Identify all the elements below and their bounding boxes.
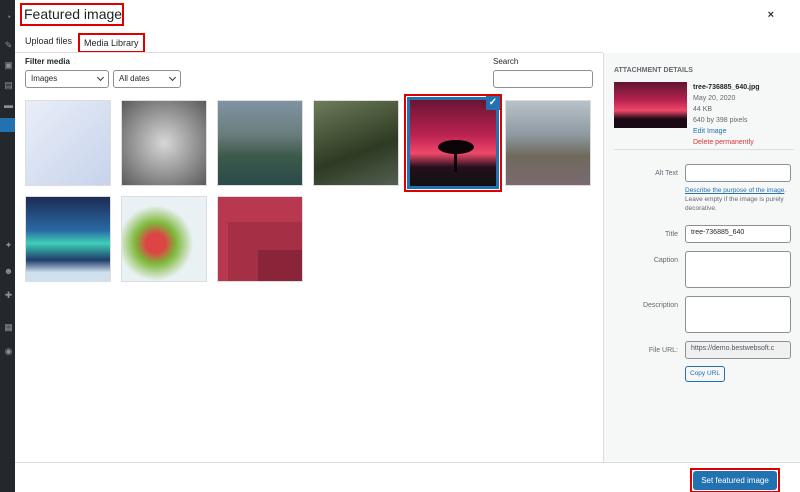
attachment-info: tree-736885_640.jpg May 20, 2020 44 KB 6… <box>693 82 760 148</box>
details-divider <box>614 149 794 150</box>
attachment-thumbnail[interactable] <box>217 196 303 282</box>
alt-text-label: Alt Text <box>655 170 678 177</box>
comments-icon[interactable]: ▬ <box>3 100 14 110</box>
close-icon[interactable]: × <box>768 9 774 21</box>
plugins-icon[interactable]: ✦ <box>3 240 14 250</box>
settings-icon[interactable]: ▦ <box>3 322 14 332</box>
description-field[interactable] <box>685 296 791 333</box>
featured-image-modal: Featured image × Upload files Media Libr… <box>15 0 800 492</box>
date-filter-value: All dates <box>119 74 150 83</box>
attachment-thumbnail[interactable] <box>217 100 303 186</box>
title-label: Title <box>665 231 678 238</box>
chevron-down-icon <box>96 73 105 82</box>
describe-purpose-link[interactable]: Describe the purpose of the image <box>685 187 784 194</box>
caption-label: Caption <box>653 257 678 264</box>
pages-icon[interactable]: ▤ <box>3 80 14 90</box>
description-label: Description <box>642 302 678 309</box>
selected-attachment-thumbnail[interactable] <box>407 97 499 189</box>
date-filter-select[interactable]: All dates <box>113 70 181 88</box>
collapse-icon[interactable]: ◉ <box>3 346 14 356</box>
attachment-details-heading: ATTACHMENT DETAILS <box>614 67 693 74</box>
attachment-details-panel: ATTACHMENT DETAILS tree-736885_640.jpg M… <box>603 53 800 462</box>
copy-url-button[interactable]: Copy URL <box>685 366 725 382</box>
attachment-thumbnail[interactable] <box>121 196 207 282</box>
modal-footer: Set featured image <box>15 462 800 492</box>
edit-image-link[interactable]: Edit Image <box>693 126 760 137</box>
file-url-field[interactable]: https://demo.bestwebsoft.c <box>685 341 791 359</box>
dashboard-icon[interactable]: ◔ <box>3 12 14 22</box>
media-type-value: Images <box>31 74 58 83</box>
media-browser: Filter media Images All dates Search ✓ <box>15 53 603 462</box>
caption-field[interactable] <box>685 251 791 288</box>
attachment-filename: tree-736885_640.jpg <box>693 84 760 91</box>
tab-bar: Upload files Media Library <box>15 30 603 53</box>
alt-text-help: Describe the purpose of the image. Leave… <box>685 186 791 213</box>
attachment-thumbnail[interactable] <box>121 100 207 186</box>
media-icon[interactable]: ▣ <box>3 60 14 70</box>
tab-upload-files[interactable]: Upload files <box>25 36 72 46</box>
users-icon[interactable]: ☻ <box>3 266 14 276</box>
tab-media-library[interactable]: Media Library <box>78 33 145 53</box>
media-type-select[interactable]: Images <box>25 70 109 88</box>
modal-title: Featured image <box>24 6 123 22</box>
pin-icon[interactable]: ✎ <box>3 40 14 50</box>
attachment-date: May 20, 2020 <box>693 95 736 102</box>
attachment-preview <box>614 82 687 128</box>
file-url-label: File URL: <box>648 347 678 354</box>
alt-text-field[interactable] <box>685 164 791 182</box>
title-field[interactable]: tree-736885_640 <box>685 225 791 243</box>
attachment-thumbnail[interactable] <box>25 196 111 282</box>
attachment-thumbnail[interactable] <box>313 100 399 186</box>
attachment-dimensions: 640 by 398 pixels <box>693 117 748 124</box>
attachment-thumbnail[interactable] <box>505 100 591 186</box>
chevron-down-icon <box>168 73 177 82</box>
attachment-thumbnail[interactable] <box>25 100 111 186</box>
delete-permanently-link[interactable]: Delete permanently <box>693 137 760 148</box>
tree-trunk <box>454 150 457 172</box>
set-featured-image-button[interactable]: Set featured image <box>693 471 777 490</box>
attachment-size: 44 KB <box>693 106 713 113</box>
checkmark-icon[interactable]: ✓ <box>486 96 500 110</box>
search-input[interactable] <box>493 70 593 88</box>
thumbnail-shape <box>258 250 302 281</box>
tools-icon[interactable]: ✚ <box>3 290 14 300</box>
search-label: Search <box>493 57 519 66</box>
filter-media-label: Filter media <box>25 57 70 66</box>
